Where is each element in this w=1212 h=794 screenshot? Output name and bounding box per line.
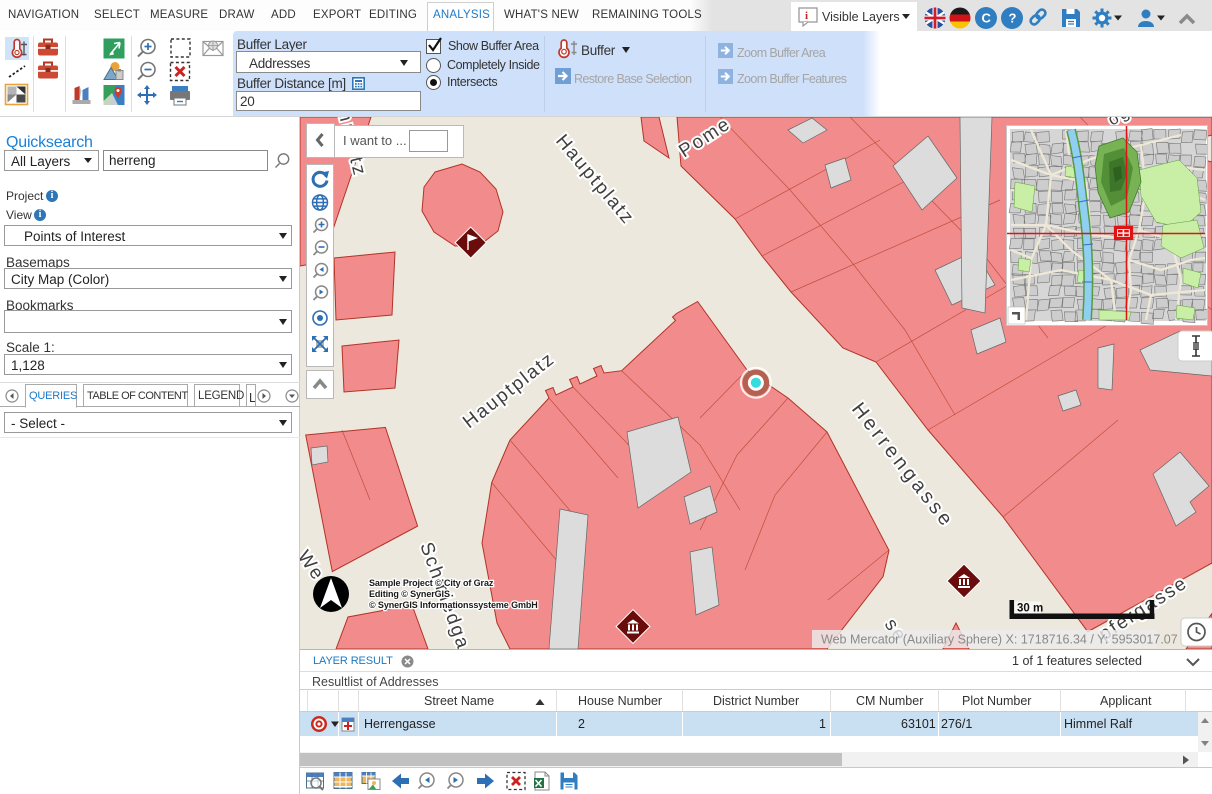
svg-text:C: C: [982, 11, 992, 26]
svg-text:© SynerGIS Informationssysteme: © SynerGIS Informationssysteme GmbH: [369, 600, 538, 610]
svg-text:Web Mercator (Auxiliary Sphere: Web Mercator (Auxiliary Sphere) X: 17187…: [821, 633, 1178, 647]
svg-text:i: i: [805, 10, 808, 22]
svg-text:Editing © SynerGIS: Editing © SynerGIS: [369, 589, 450, 599]
svg-text:30 m: 30 m: [1017, 603, 1043, 615]
svg-text:?: ?: [1009, 11, 1017, 26]
svg-text:Sample Project © City of Graz: Sample Project © City of Graz: [369, 578, 494, 588]
